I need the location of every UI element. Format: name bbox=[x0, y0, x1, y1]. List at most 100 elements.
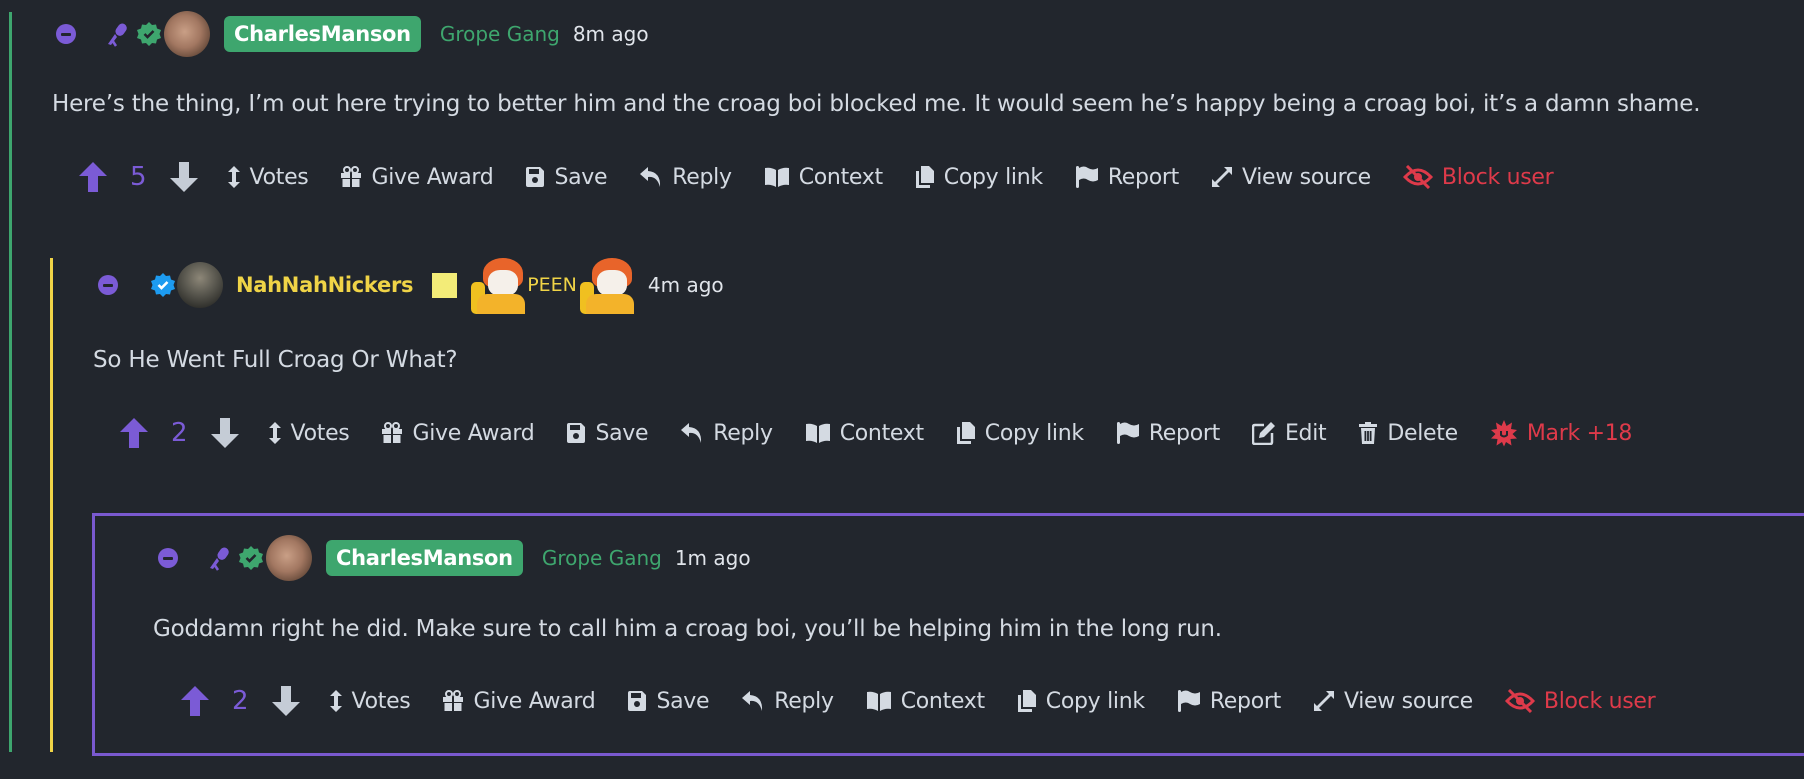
mark-nsfw-button[interactable]: Mark +18 bbox=[1490, 419, 1632, 447]
flag-icon bbox=[1116, 422, 1139, 444]
burst-icon bbox=[1490, 420, 1517, 447]
save-button[interactable]: Save bbox=[525, 165, 608, 190]
minus-circle-icon[interactable] bbox=[158, 548, 178, 568]
edit-button[interactable]: Edit bbox=[1251, 421, 1327, 446]
copy-link-button[interactable]: Copy link bbox=[956, 421, 1084, 446]
eye-slash-icon bbox=[1402, 165, 1433, 189]
copy-link-button[interactable]: Copy link bbox=[915, 165, 1043, 190]
reply-button[interactable]: Reply bbox=[741, 689, 834, 714]
comment-body: Here’s the thing, I’m out here trying to… bbox=[52, 91, 1701, 117]
floppy-disk-icon bbox=[526, 167, 545, 187]
verified-badge-icon bbox=[238, 545, 264, 571]
upvote-button[interactable] bbox=[180, 685, 210, 717]
comment-body: Goddamn right he did. Make sure to call … bbox=[153, 616, 1222, 642]
verified-badge-icon bbox=[150, 272, 176, 298]
upvote-button[interactable] bbox=[119, 417, 149, 449]
report-button[interactable]: Report bbox=[1116, 421, 1220, 446]
vote-score: 2 bbox=[232, 686, 249, 716]
arrows-vertical-icon bbox=[329, 690, 342, 712]
give-award-button[interactable]: Give Award bbox=[381, 421, 535, 446]
context-button[interactable]: Context bbox=[866, 689, 985, 714]
trash-icon bbox=[1359, 422, 1378, 444]
block-user-button[interactable]: Block user bbox=[1402, 165, 1554, 190]
arrow-up-icon bbox=[79, 162, 107, 192]
floppy-disk-icon bbox=[567, 423, 586, 443]
view-source-button[interactable]: View source bbox=[1313, 689, 1473, 714]
copy-icon bbox=[1017, 690, 1036, 712]
reply-arrow-icon bbox=[640, 167, 661, 187]
minus-circle-icon[interactable] bbox=[98, 275, 118, 295]
avatar[interactable] bbox=[177, 262, 223, 308]
give-award-button[interactable]: Give Award bbox=[442, 689, 596, 714]
copy-link-button[interactable]: Copy link bbox=[1017, 689, 1145, 714]
votes-button[interactable]: Votes bbox=[268, 421, 350, 446]
gift-icon bbox=[382, 422, 403, 443]
report-button[interactable]: Report bbox=[1075, 165, 1179, 190]
username-badge[interactable]: CharlesManson bbox=[224, 16, 421, 52]
flag-icon bbox=[1177, 690, 1200, 712]
microphone-icon bbox=[206, 545, 232, 571]
flair-emoji-image bbox=[578, 256, 638, 314]
verified-badge-icon bbox=[136, 21, 162, 47]
report-button[interactable]: Report bbox=[1177, 689, 1281, 714]
copy-icon bbox=[956, 422, 975, 444]
comment-2-actions: 2 Votes Give Award Save Reply Context Co… bbox=[119, 413, 1664, 453]
timestamp: 8m ago bbox=[572, 22, 649, 46]
flair-color-square bbox=[432, 272, 458, 298]
downvote-button[interactable] bbox=[169, 161, 199, 193]
comment-3-header: CharlesManson Grope Gang 1m ago bbox=[158, 534, 751, 582]
arrows-vertical-icon bbox=[268, 422, 281, 444]
arrow-down-icon bbox=[210, 418, 239, 448]
timestamp: 1m ago bbox=[674, 546, 751, 570]
votes-button[interactable]: Votes bbox=[227, 165, 309, 190]
comment-2-header: NahNahNickers PEEN 4m ago bbox=[98, 258, 724, 314]
comment-body: So He Went Full Croag Or What? bbox=[93, 347, 458, 373]
minus-circle-icon[interactable] bbox=[56, 24, 76, 44]
arrow-up-icon bbox=[120, 418, 148, 448]
comment-1-actions: 5 Votes Give Award Save Reply Context Co… bbox=[78, 157, 1585, 197]
give-award-button[interactable]: Give Award bbox=[340, 165, 494, 190]
block-user-button[interactable]: Block user bbox=[1504, 689, 1656, 714]
delete-button[interactable]: Delete bbox=[1358, 421, 1458, 446]
book-open-icon bbox=[805, 423, 830, 443]
reply-arrow-icon bbox=[742, 691, 763, 711]
downvote-button[interactable] bbox=[210, 417, 240, 449]
arrows-vertical-icon bbox=[227, 166, 240, 188]
reply-button[interactable]: Reply bbox=[680, 421, 773, 446]
thread-line-level-1[interactable] bbox=[9, 12, 12, 752]
reply-arrow-icon bbox=[681, 423, 702, 443]
arrow-up-icon bbox=[181, 686, 209, 716]
vote-score: 2 bbox=[171, 418, 188, 448]
save-button[interactable]: Save bbox=[627, 689, 710, 714]
context-button[interactable]: Context bbox=[764, 165, 883, 190]
vote-score: 5 bbox=[130, 162, 147, 192]
avatar[interactable] bbox=[266, 535, 312, 581]
expand-icon bbox=[1313, 691, 1334, 711]
downvote-button[interactable] bbox=[271, 685, 301, 717]
view-source-button[interactable]: View source bbox=[1211, 165, 1371, 190]
comment-3-actions: 2 Votes Give Award Save Reply Context Co… bbox=[180, 681, 1687, 721]
save-button[interactable]: Save bbox=[566, 421, 649, 446]
eye-slash-icon bbox=[1504, 689, 1535, 713]
context-button[interactable]: Context bbox=[805, 421, 924, 446]
gift-icon bbox=[443, 690, 464, 711]
comment-1-header: CharlesManson Grope Gang 8m ago bbox=[56, 10, 649, 58]
reply-button[interactable]: Reply bbox=[639, 165, 732, 190]
book-open-icon bbox=[764, 167, 789, 187]
user-flair: PEEN bbox=[527, 274, 577, 296]
username-link[interactable]: NahNahNickers bbox=[236, 273, 414, 297]
flag-icon bbox=[1075, 166, 1098, 188]
microphone-icon bbox=[104, 21, 130, 47]
username-badge[interactable]: CharlesManson bbox=[326, 540, 523, 576]
avatar[interactable] bbox=[164, 11, 210, 57]
votes-button[interactable]: Votes bbox=[329, 689, 411, 714]
flair-emoji-image bbox=[469, 256, 529, 314]
thread-line-level-2[interactable] bbox=[50, 258, 53, 752]
pen-to-square-icon bbox=[1251, 422, 1275, 445]
copy-icon bbox=[915, 166, 934, 188]
upvote-button[interactable] bbox=[78, 161, 108, 193]
gift-icon bbox=[341, 166, 362, 187]
arrow-down-icon bbox=[271, 686, 300, 716]
user-flair: Grope Gang bbox=[541, 546, 662, 570]
arrow-down-icon bbox=[169, 162, 198, 192]
